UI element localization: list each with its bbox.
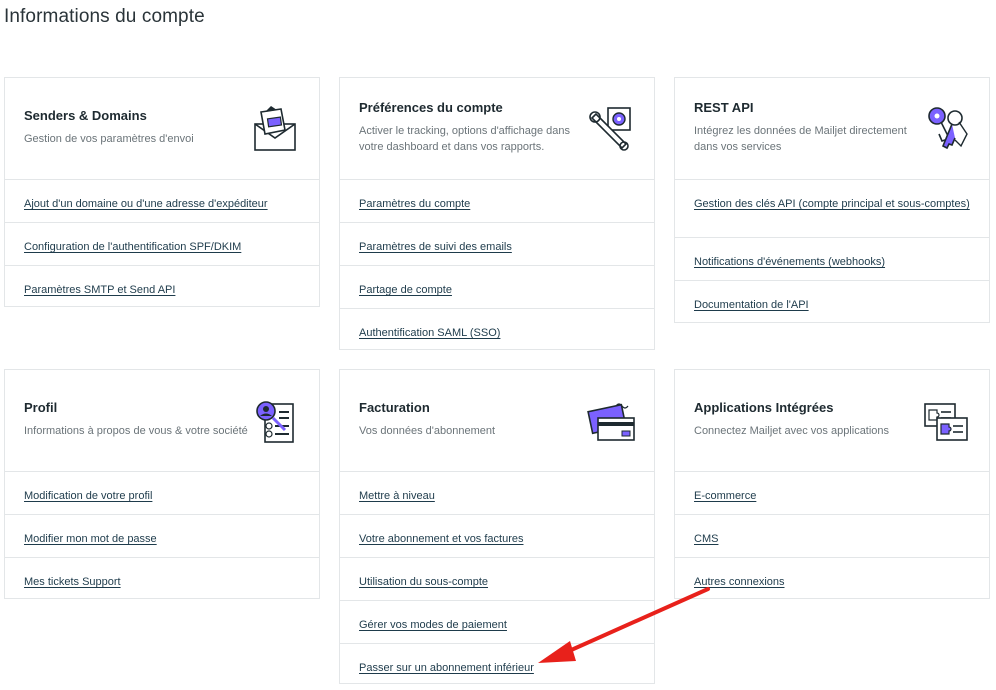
- card-header: Profil Informations à propos de vous & v…: [5, 370, 319, 472]
- link-row: CMS: [675, 515, 989, 558]
- link-row: Configuration de l'authentification SPF/…: [5, 223, 319, 266]
- link-subaccount-usage[interactable]: Utilisation du sous-compte: [359, 576, 488, 588]
- link-row: Documentation de l'API: [675, 281, 989, 324]
- link-row: Ajout d'un domaine ou d'une adresse d'ex…: [5, 180, 319, 223]
- red-arrow-icon: [538, 587, 710, 663]
- card-header: REST API Intégrez les données de Mailjet…: [675, 78, 989, 180]
- link-row: Paramètres de suivi des emails: [340, 223, 654, 266]
- link-row: Paramètres SMTP et Send API: [5, 266, 319, 309]
- card-header: Applications Intégrées Connectez Mailjet…: [675, 370, 989, 472]
- link-downgrade-subscription[interactable]: Passer sur un abonnement inférieur: [359, 662, 534, 674]
- link-row: Notifications d'événements (webhooks): [675, 238, 989, 281]
- link-row: Votre abonnement et vos factures: [340, 515, 654, 558]
- link-row: Partage de compte: [340, 266, 654, 309]
- link-row: Modifier mon mot de passe: [5, 515, 319, 558]
- link-row: Mettre à niveau: [340, 472, 654, 515]
- card-description: Intégrez les données de Mailjet directem…: [694, 125, 907, 153]
- card-integrated-apps: Applications Intégrées Connectez Mailjet…: [674, 369, 990, 599]
- link-api-docs[interactable]: Documentation de l'API: [694, 299, 809, 311]
- card-profile: Profil Informations à propos de vous & v…: [4, 369, 320, 599]
- link-subscription-invoices[interactable]: Votre abonnement et vos factures: [359, 533, 524, 545]
- link-smtp-send-api[interactable]: Paramètres SMTP et Send API: [24, 284, 175, 296]
- link-spf-dkim[interactable]: Configuration de l'authentification SPF/…: [24, 241, 241, 253]
- link-add-domain[interactable]: Ajout d'un domaine ou d'une adresse d'ex…: [24, 198, 268, 210]
- card-header: Senders & Domains Gestion de vos paramèt…: [5, 78, 319, 180]
- envelope-illustration-icon: [254, 106, 296, 151]
- card-account-preferences: Préférences du compte Activer le trackin…: [339, 77, 655, 350]
- link-row: Autres connexions: [675, 558, 989, 601]
- link-upgrade[interactable]: Mettre à niveau: [359, 490, 435, 502]
- card-description: Connectez Mailjet avec vos applications: [694, 425, 890, 437]
- profile-magnifier-illustration-icon: [256, 401, 294, 443]
- link-row: Authentification SAML (SSO): [340, 309, 654, 352]
- link-edit-profile[interactable]: Modification de votre profil: [24, 490, 152, 502]
- keys-illustration-icon: [928, 107, 968, 150]
- page-title: Informations du compte: [4, 6, 205, 27]
- card-header: Facturation Vos données d'abonnement: [340, 370, 654, 472]
- link-payment-methods[interactable]: Gérer vos modes de paiement: [359, 619, 507, 631]
- card-rest-api: REST API Intégrez les données de Mailjet…: [674, 77, 990, 323]
- link-support-tickets[interactable]: Mes tickets Support: [24, 576, 121, 588]
- link-row: Paramètres du compte: [340, 180, 654, 223]
- link-saml-sso[interactable]: Authentification SAML (SSO): [359, 327, 500, 339]
- link-row: E-commerce: [675, 472, 989, 515]
- link-row: Modification de votre profil: [5, 472, 319, 515]
- card-description: Vos données d'abonnement: [359, 425, 496, 437]
- card-header: Préférences du compte Activer le trackin…: [340, 78, 654, 180]
- card-description: Gestion de vos paramètres d'envoi: [24, 133, 194, 145]
- puzzle-cards-illustration-icon: [924, 403, 968, 441]
- link-webhooks[interactable]: Notifications d'événements (webhooks): [694, 256, 885, 268]
- link-change-password[interactable]: Modifier mon mot de passe: [24, 533, 157, 545]
- link-account-sharing[interactable]: Partage de compte: [359, 284, 452, 296]
- link-row: Gestion des clés API (compte principal e…: [675, 180, 989, 238]
- link-cms[interactable]: CMS: [694, 533, 718, 545]
- link-email-tracking-settings[interactable]: Paramètres de suivi des emails: [359, 241, 512, 253]
- link-row: Mes tickets Support: [5, 558, 319, 601]
- credit-card-illustration-icon: [587, 403, 635, 441]
- wrench-gear-illustration-icon: [589, 107, 631, 151]
- link-api-keys[interactable]: Gestion des clés API (compte principal e…: [694, 198, 970, 210]
- card-senders-domains: Senders & Domains Gestion de vos paramèt…: [4, 77, 320, 307]
- card-description: Activer le tracking, options d'affichage…: [359, 125, 571, 153]
- card-description: Informations à propos de vous & votre so…: [24, 425, 248, 437]
- link-ecommerce[interactable]: E-commerce: [694, 490, 756, 502]
- link-account-settings[interactable]: Paramètres du compte: [359, 198, 470, 210]
